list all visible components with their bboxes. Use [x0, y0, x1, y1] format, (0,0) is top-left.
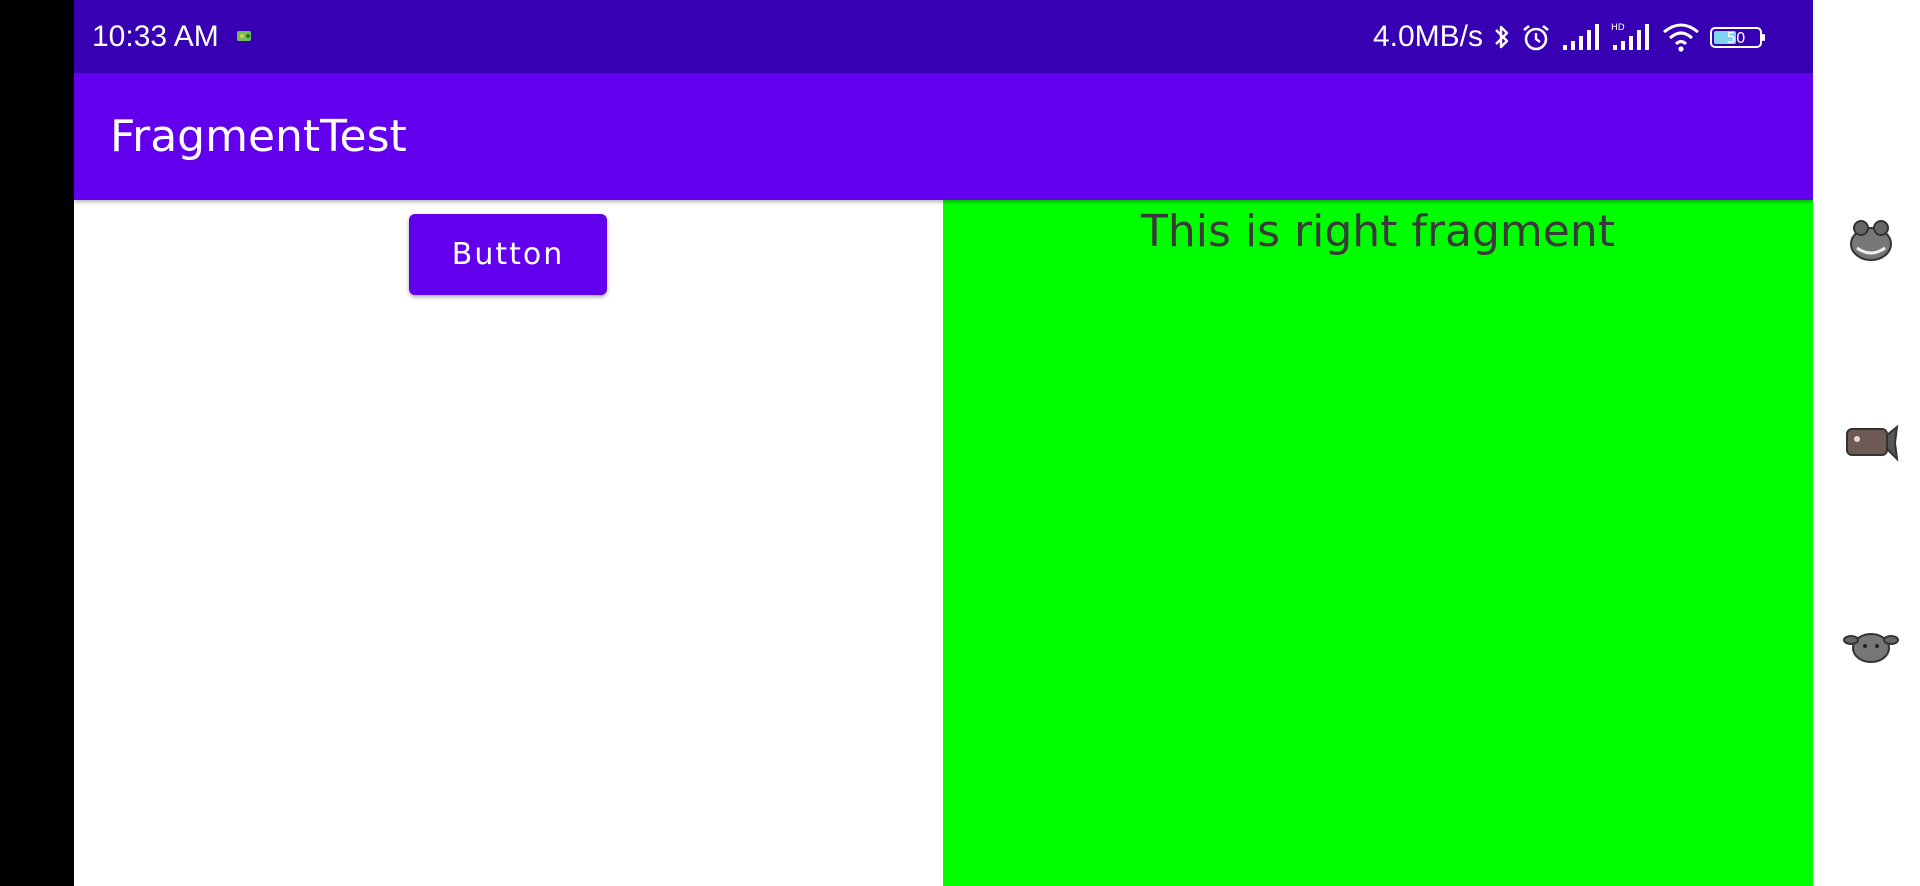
status-time: 10:33 AM — [92, 20, 219, 53]
phone-screen: 10:33 AM 4.0MB/s HD 50 FragmentTest Butt… — [74, 0, 1813, 886]
network-speed: 4.0MB/s — [1372, 20, 1483, 53]
app-notification-icon — [237, 31, 251, 41]
battery-icon: 50 — [1710, 27, 1765, 48]
right-fragment-text: This is right fragment — [1141, 206, 1615, 257]
floating-sticker-panel — [1813, 0, 1920, 886]
cell-signal-icon — [1563, 24, 1599, 50]
bluetooth-icon — [1495, 25, 1509, 49]
svg-text:HD: HD — [1611, 23, 1625, 33]
right-fragment: This is right fragment — [943, 200, 1813, 886]
app-title: FragmentTest — [110, 111, 407, 162]
battery-level: 50 — [1726, 29, 1745, 47]
hd-signal-icon: HD — [1611, 23, 1649, 50]
frog-sticker-icon[interactable] — [1843, 212, 1899, 268]
app-bar: FragmentTest — [74, 73, 1813, 200]
dog-sticker-icon[interactable] — [1843, 618, 1899, 674]
fragment-container: Button This is right fragment — [74, 200, 1813, 886]
status-icons: 4.0MB/s HD 50 — [1373, 18, 1767, 56]
left-fragment: Button — [74, 200, 943, 886]
alarm-icon — [1523, 24, 1549, 51]
fragment-button[interactable]: Button — [409, 214, 607, 295]
fish-sticker-icon[interactable] — [1843, 415, 1899, 471]
wifi-icon — [1663, 23, 1699, 52]
status-bar: 10:33 AM 4.0MB/s HD 50 — [74, 0, 1813, 73]
